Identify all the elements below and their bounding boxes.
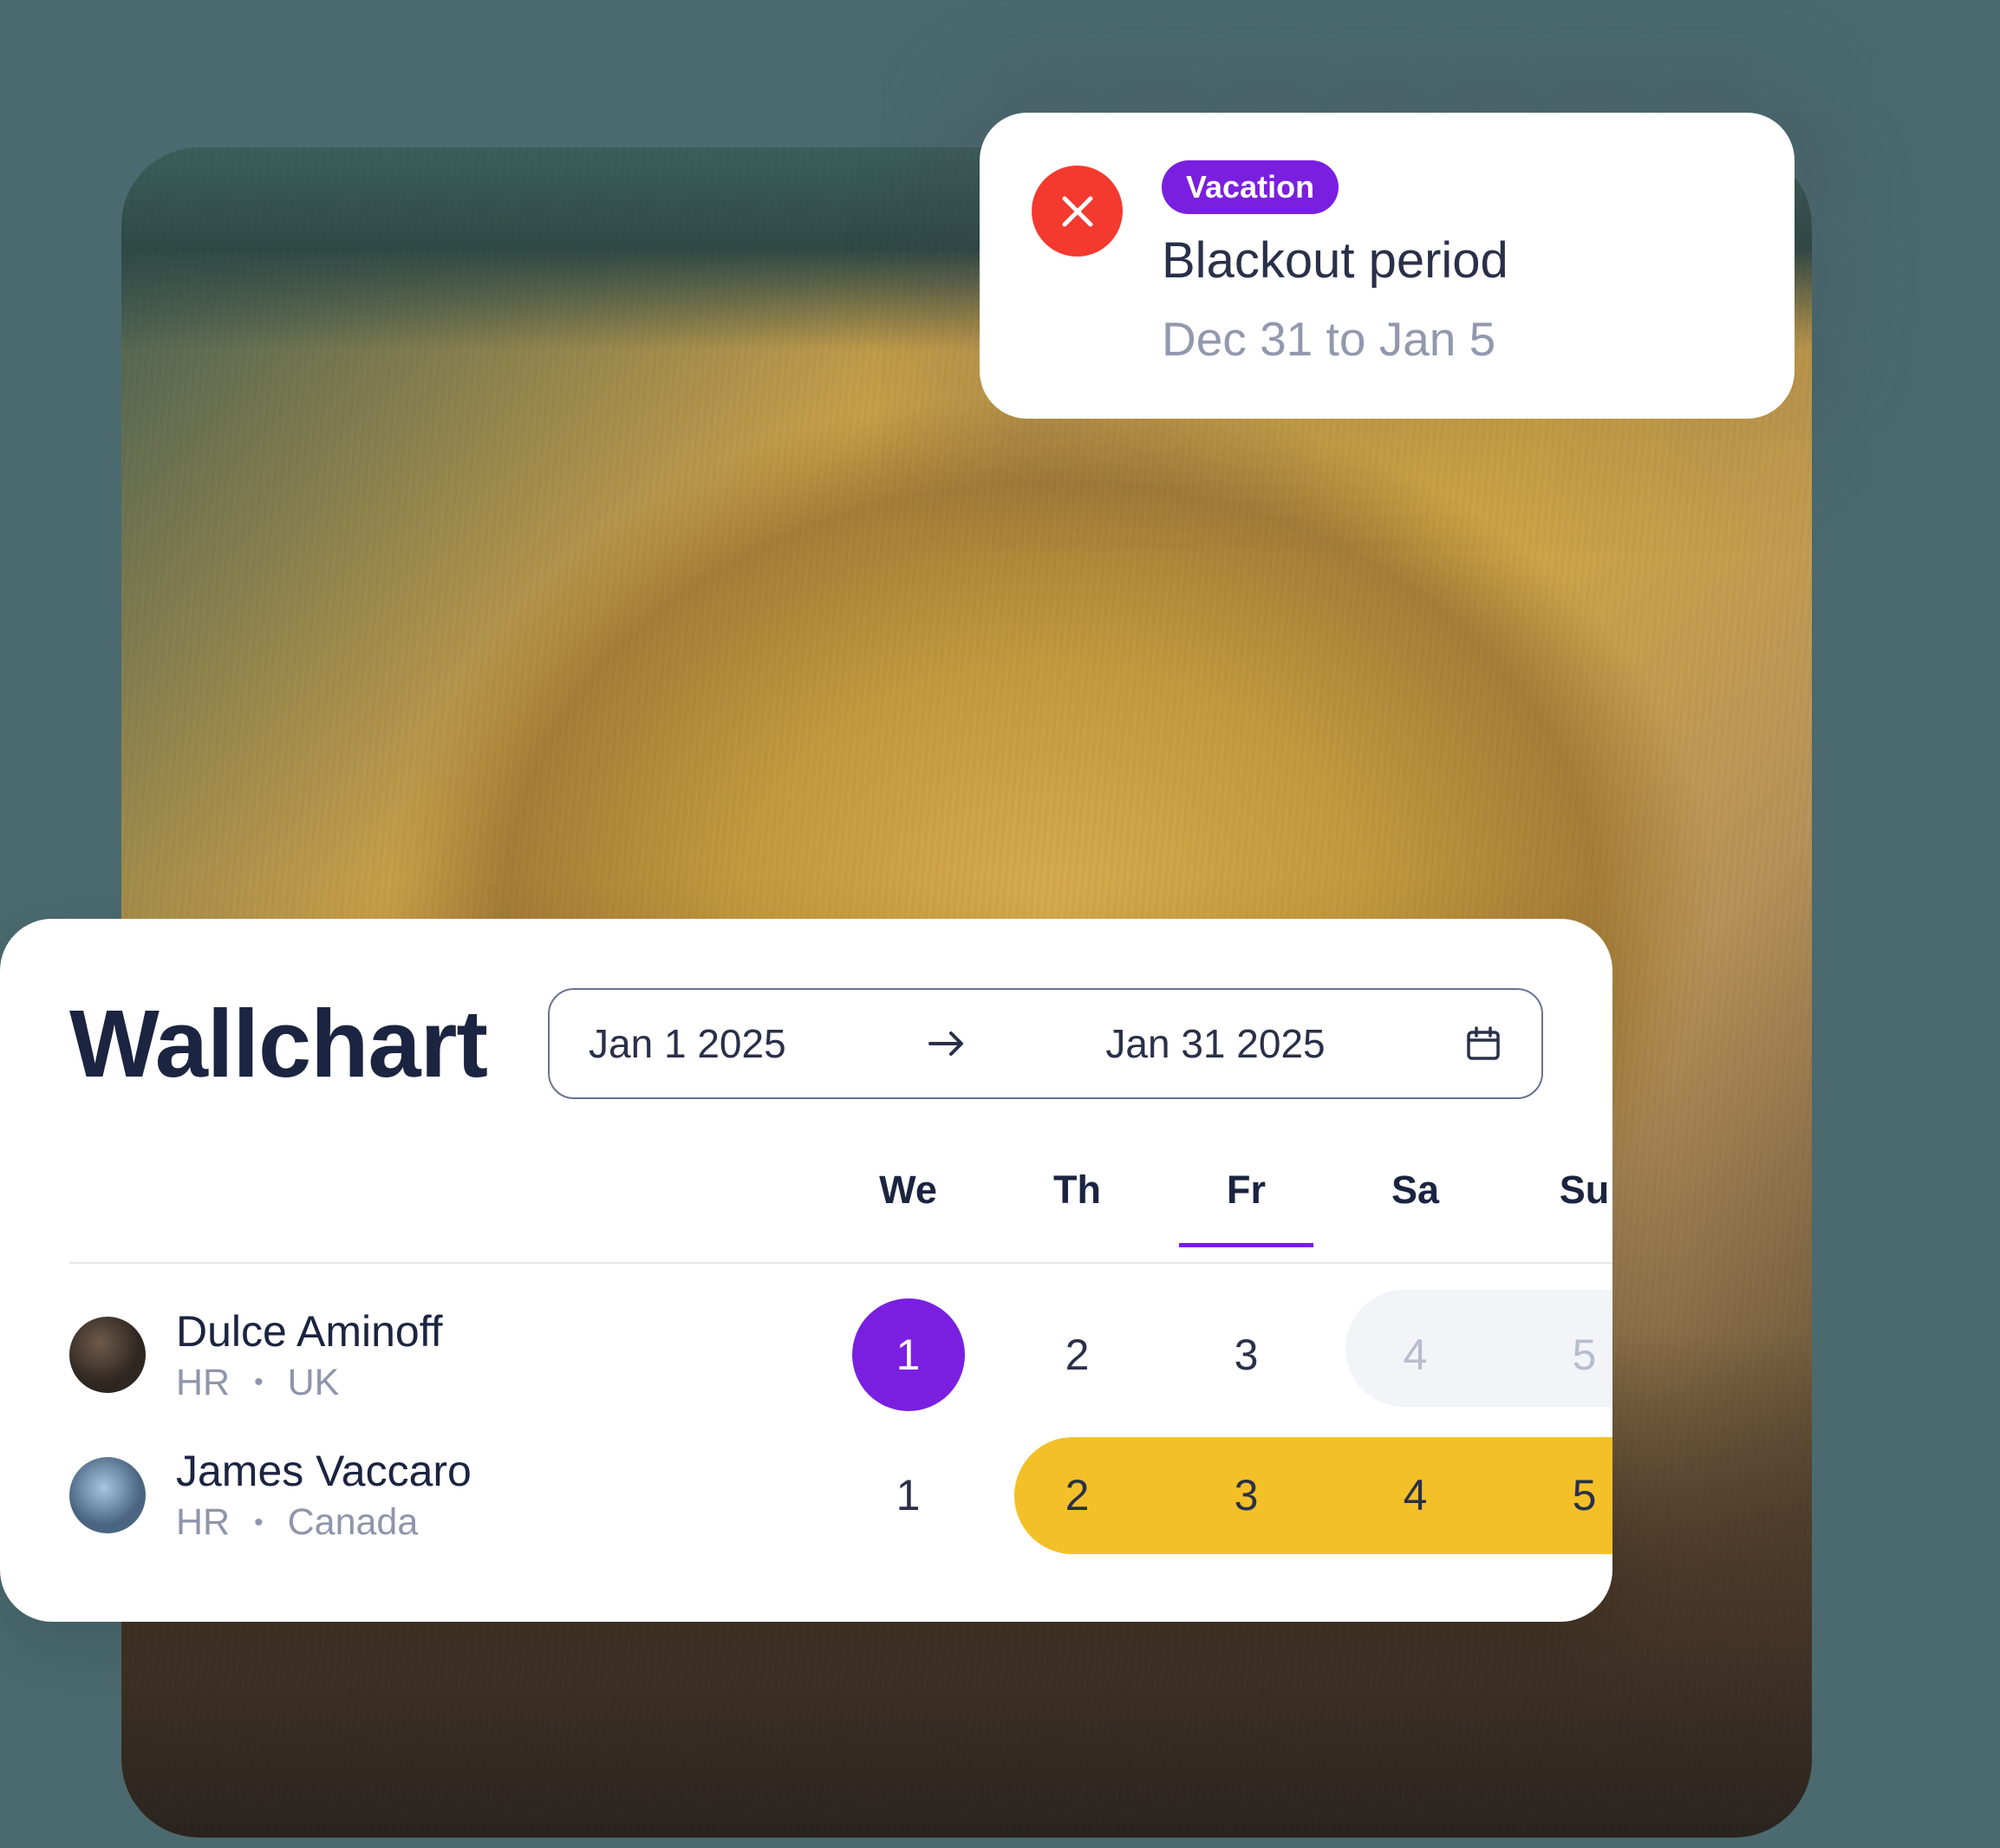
wallchart-card: Wallchart Jan 1 2025 Jan 31 2025 We Th F… — [0, 919, 1612, 1622]
close-button[interactable] — [1032, 166, 1123, 257]
wallchart-day-cell[interactable]: 4 — [1331, 1470, 1500, 1520]
avatar[interactable] — [69, 1317, 146, 1393]
wallchart-row-james[interactable]: James Vaccaro HR • Canada 1 2 3 4 5 — [69, 1411, 1612, 1544]
person-name: James Vaccaro — [176, 1446, 472, 1496]
person-meta: HR • UK — [176, 1362, 443, 1404]
day-header-we[interactable]: We — [824, 1168, 993, 1228]
vacation-badge: Vacation — [1162, 160, 1339, 214]
day-header-su[interactable]: Su — [1500, 1168, 1612, 1228]
person-name: Dulce Aminoff — [176, 1306, 443, 1357]
day-header-fr[interactable]: Fr — [1162, 1168, 1331, 1228]
wallchart-day-cell[interactable]: 5 — [1500, 1330, 1612, 1380]
notification-title: Blackout period — [1162, 231, 1743, 290]
wallchart-title: Wallchart — [69, 989, 487, 1099]
wallchart-header-row: We Th Fr Sa Su — [69, 1151, 1612, 1264]
notification-date-range: Dec 31 to Jan 5 — [1162, 311, 1743, 367]
wallchart-day-cell[interactable]: 3 — [1162, 1470, 1331, 1520]
blackout-notification-card: Vacation Blackout period Dec 31 to Jan 5 — [980, 113, 1795, 419]
arrow-right-icon — [925, 1023, 967, 1064]
date-range-start: Jan 1 2025 — [589, 1020, 786, 1067]
person-meta: HR • Canada — [176, 1501, 472, 1544]
day-header-th[interactable]: Th — [993, 1168, 1162, 1228]
day-cell-marker: 1 — [852, 1298, 965, 1411]
wallchart-row-dulce[interactable]: Dulce Aminoff HR • UK 1 2 3 4 5 — [69, 1264, 1612, 1411]
date-range-end: Jan 31 2025 — [1105, 1020, 1325, 1067]
wallchart-day-cell[interactable]: 1 — [824, 1470, 993, 1520]
date-range-picker[interactable]: Jan 1 2025 Jan 31 2025 — [548, 988, 1543, 1099]
wallchart-day-cell[interactable]: 2 — [993, 1470, 1162, 1520]
wallchart-day-cell[interactable]: 5 — [1500, 1470, 1612, 1520]
close-icon — [1056, 190, 1099, 233]
calendar-icon — [1464, 1025, 1502, 1063]
avatar[interactable] — [69, 1457, 146, 1533]
wallchart-day-cell[interactable]: 1 — [824, 1298, 993, 1411]
day-header-sa[interactable]: Sa — [1331, 1168, 1500, 1228]
wallchart-day-cell[interactable]: 3 — [1162, 1330, 1331, 1380]
wallchart-day-cell[interactable]: 4 — [1331, 1330, 1500, 1380]
wallchart-day-cell[interactable]: 2 — [993, 1330, 1162, 1380]
